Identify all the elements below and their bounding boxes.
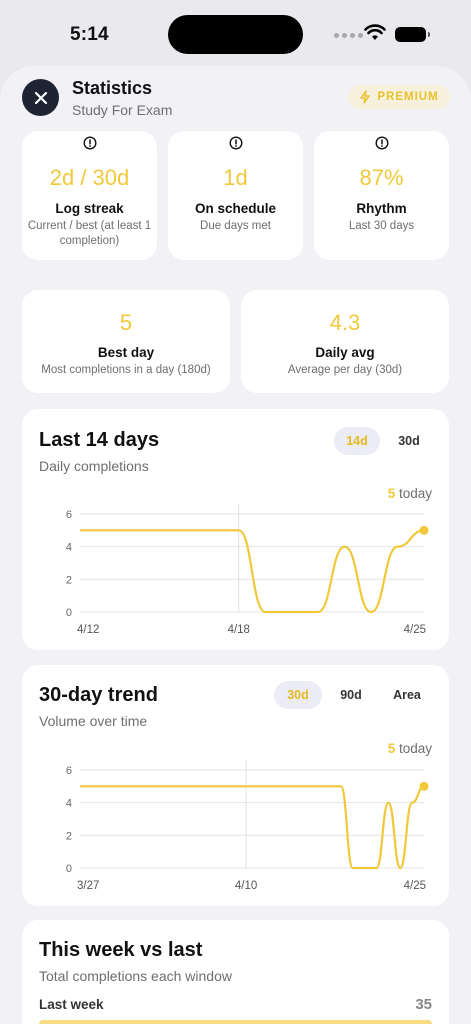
sheet-title: Statistics <box>72 78 153 98</box>
x-tick-label: 4/12 <box>77 624 99 636</box>
last-14-days-chart: 0 2 4 6 4/12 4/18 4/25 <box>66 504 429 636</box>
y-tick-label: 0 <box>66 607 72 619</box>
y-tick-label: 2 <box>66 574 72 586</box>
premium-badge[interactable]: PREMIUM <box>348 85 450 109</box>
sheet-subtitle: Study For Exam <box>72 102 173 118</box>
statistics-sheet: Statistics Study For Exam PREMIUM 2d / 3… <box>0 66 471 1024</box>
stat-label: Best day <box>97 345 155 360</box>
thirty-day-trend-chart: 0 2 4 6 3/27 4/10 4/25 <box>66 760 429 892</box>
stat-value: 2d / 30d <box>49 165 130 190</box>
stat-label: Log streak <box>55 201 124 216</box>
last-14-days-card: Last 14 days Daily completions 14d 30d 5… <box>22 409 449 650</box>
stat-value: 5 <box>119 310 133 335</box>
y-tick-label: 6 <box>66 765 72 777</box>
series-line <box>80 529 425 614</box>
x-tick-label: 4/25 <box>404 880 426 892</box>
on-schedule-card[interactable]: 1d On schedule Due days met <box>168 131 303 260</box>
today-point <box>419 525 429 535</box>
info-icon[interactable] <box>82 136 97 150</box>
stat-caption: Current / best (at least 1 completion) <box>27 220 152 247</box>
stat-value: 87% <box>359 165 404 190</box>
battery-icon <box>395 27 430 42</box>
lightning-icon <box>360 90 371 104</box>
y-tick-label: 0 <box>66 863 72 875</box>
x-tick-label: 4/18 <box>228 624 250 636</box>
stat-caption: Most completions in a day (180d) <box>41 364 211 376</box>
series-line <box>80 785 425 870</box>
best-day-card[interactable]: 5 Best day Most completions in a day (18… <box>22 290 230 393</box>
compare-subtitle: Total completions each window <box>39 968 232 984</box>
stat-caption: Average per day (30d) <box>287 364 403 376</box>
cellular-signal-icon <box>334 33 363 38</box>
compare-title: This week vs last <box>39 939 203 961</box>
compare-row-value: 35 <box>415 996 432 1013</box>
thirty-day-trend-card: 30-day trend Volume over time 30d 90d Ar… <box>22 665 449 906</box>
stat-label: Daily avg <box>315 345 375 360</box>
stat-caption: Due days met <box>200 220 271 232</box>
x-tick-label: 3/27 <box>77 880 99 892</box>
today-point <box>419 781 429 791</box>
log-streak-card[interactable]: 2d / 30d Log streak Current / best (at l… <box>22 131 157 260</box>
x-tick-label: 4/25 <box>404 624 426 636</box>
y-tick-label: 6 <box>66 509 72 521</box>
info-icon[interactable] <box>374 136 389 150</box>
stat-value: 4.3 <box>329 310 361 335</box>
stat-label: On schedule <box>194 201 277 216</box>
status-bar: 5:14 <box>0 0 471 66</box>
x-tick-label: 4/10 <box>235 880 257 892</box>
daily-avg-card[interactable]: 4.3 Daily avg Average per day (30d) <box>241 290 449 393</box>
y-tick-label: 4 <box>66 542 72 554</box>
premium-label: PREMIUM <box>377 91 439 103</box>
close-icon <box>34 91 47 104</box>
stat-caption: Last 30 days <box>348 220 415 232</box>
stat-label: Rhythm <box>356 201 407 216</box>
compare-bar <box>39 1020 432 1024</box>
wifi-icon <box>364 24 386 40</box>
y-tick-label: 4 <box>66 798 72 810</box>
status-time: 5:14 <box>70 24 109 45</box>
info-icon[interactable] <box>228 136 243 150</box>
dynamic-island <box>168 15 303 54</box>
rhythm-card[interactable]: 87% Rhythm Last 30 days <box>314 131 449 260</box>
stat-value: 1d <box>223 165 248 190</box>
week-compare-card: This week vs last Total completions each… <box>22 920 449 1024</box>
close-button[interactable] <box>22 79 59 116</box>
y-tick-label: 2 <box>66 830 72 842</box>
compare-row-label: Last week <box>39 997 104 1012</box>
